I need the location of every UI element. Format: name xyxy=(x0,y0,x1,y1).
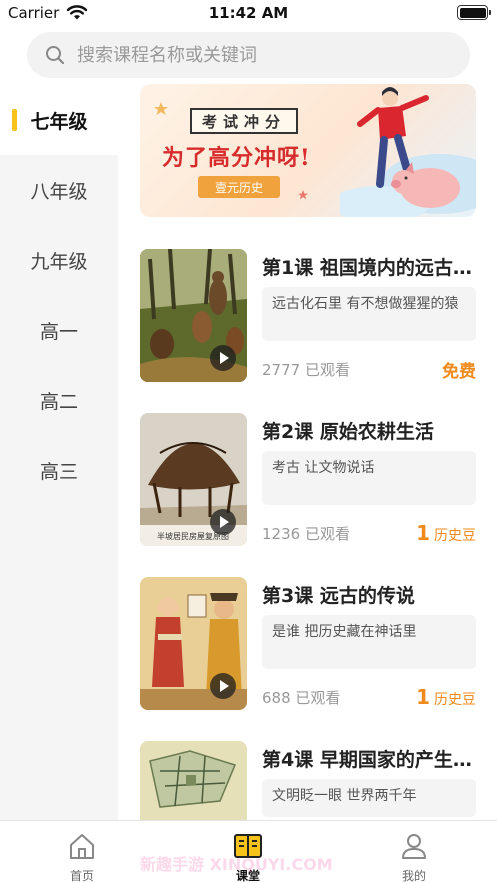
tab-bar: 首页 课堂 我的 新趣手游 XINQUYI.COM xyxy=(0,820,497,883)
sidebar-item-grade-8[interactable]: 八年级 xyxy=(0,155,118,225)
view-count: 2777 已观看 xyxy=(262,361,350,379)
lesson-thumbnail[interactable] xyxy=(140,741,247,820)
price-label: 1 历史豆 xyxy=(416,521,476,545)
sidebar-item-grade-7[interactable]: 七年级 xyxy=(0,85,118,155)
play-icon[interactable] xyxy=(210,509,236,535)
lesson-card[interactable]: 第1课 祖国境内的远古居民 远古化石里 有不想做猩猩的猿 2777 已观看 免费 xyxy=(140,249,476,384)
lesson-description: 文明眨一眼 世界两千年 xyxy=(262,779,476,817)
home-icon xyxy=(70,834,94,859)
price-number: 1 xyxy=(416,685,430,709)
price-text: 免费 xyxy=(442,362,476,382)
play-icon[interactable] xyxy=(210,345,236,371)
lesson-description: 是谁 把历史藏在神话里 xyxy=(262,615,476,669)
price-number: 1 xyxy=(416,521,430,545)
sidebar-item-senior-2[interactable]: 高二 xyxy=(0,365,118,435)
search-bar[interactable] xyxy=(27,32,470,78)
lesson-title: 第2课 原始农耕生活 xyxy=(262,421,434,443)
lesson-thumbnail[interactable] xyxy=(140,249,247,382)
lesson-description: 考古 让文物说话 xyxy=(262,451,476,505)
book-icon xyxy=(234,834,262,858)
banner-tag: 壹元历史 xyxy=(198,176,280,198)
lesson-title: 第1课 祖国境内的远古居民 xyxy=(262,257,476,279)
price-unit: 历史豆 xyxy=(434,528,476,544)
profile-icon xyxy=(402,834,426,859)
lesson-thumbnail[interactable] xyxy=(140,577,247,710)
lesson-title: 第3课 远古的传说 xyxy=(262,585,415,607)
tab-classroom[interactable]: 课堂 xyxy=(188,821,308,883)
active-indicator xyxy=(12,109,17,131)
sidebar-item-grade-9[interactable]: 九年级 xyxy=(0,225,118,295)
sidebar-item-label: 九年级 xyxy=(30,250,88,273)
sidebar-item-label: 高三 xyxy=(39,460,78,483)
sidebar-item-label: 七年级 xyxy=(30,110,88,133)
tab-label: 我的 xyxy=(401,869,426,883)
banner-title: 考试冲分 xyxy=(190,108,298,134)
battery-icon xyxy=(457,5,491,20)
tab-profile[interactable]: 我的 xyxy=(354,821,474,883)
tab-label: 首页 xyxy=(69,869,94,883)
lesson-thumbnail[interactable]: 半坡居民房屋复原图 xyxy=(140,413,247,546)
view-count: 1236 已观看 xyxy=(262,525,350,543)
price-label: 免费 xyxy=(442,357,476,382)
star-icon xyxy=(154,102,168,115)
search-input[interactable] xyxy=(77,32,457,78)
view-count: 688 已观看 xyxy=(262,689,341,707)
clock: 11:42 AM xyxy=(208,4,289,22)
sidebar-item-label: 高二 xyxy=(39,390,78,413)
promo-banner[interactable]: 考试冲分 为了高分冲呀! 壹元历史 xyxy=(140,84,476,217)
lesson-card[interactable]: 半坡居民房屋复原图 第2课 原始农耕生活 考古 让文物说话 1236 已观看 1… xyxy=(140,413,476,548)
tab-home[interactable]: 首页 xyxy=(22,821,142,883)
status-bar: Carrier 11:42 AM xyxy=(0,0,497,28)
search-icon xyxy=(46,46,65,65)
banner-slogan: 为了高分冲呀! xyxy=(162,145,311,171)
lesson-title: 第4课 早期国家的产生和发展 xyxy=(262,749,476,771)
price-unit: 历史豆 xyxy=(434,692,476,708)
ancient-city-map-image xyxy=(140,741,247,820)
star-icon xyxy=(298,190,308,200)
sidebar-item-label: 高一 xyxy=(39,320,78,343)
banner-illustration xyxy=(340,87,476,217)
price-label: 1 历史豆 xyxy=(416,685,476,709)
lesson-description: 远古化石里 有不想做猩猩的猿 xyxy=(262,287,476,341)
play-icon[interactable] xyxy=(210,673,236,699)
grade-sidebar: 七年级 八年级 九年级 高一 高二 高三 xyxy=(0,85,118,820)
sidebar-item-senior-1[interactable]: 高一 xyxy=(0,295,118,365)
tab-label: 课堂 xyxy=(235,869,260,883)
sidebar-item-senior-3[interactable]: 高三 xyxy=(0,435,118,505)
sidebar-item-label: 八年级 xyxy=(30,180,88,203)
lesson-card[interactable]: 第3课 远古的传说 是谁 把历史藏在神话里 688 已观看 1 历史豆 xyxy=(140,577,476,712)
